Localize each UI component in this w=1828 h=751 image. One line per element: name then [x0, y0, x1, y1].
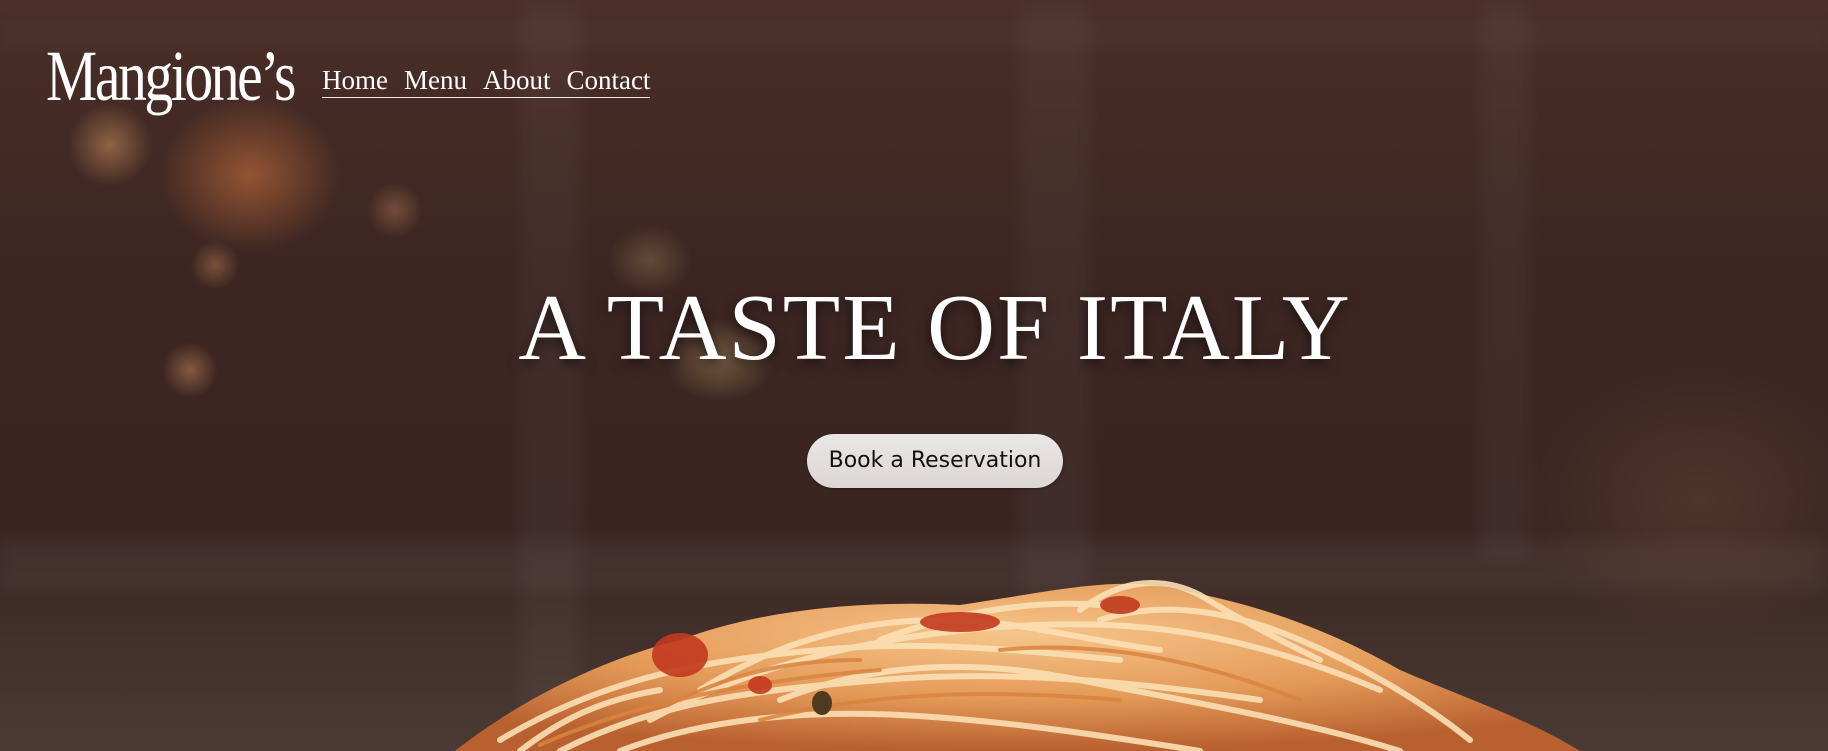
nav-about-link[interactable]: About — [483, 63, 551, 97]
nav-home-link[interactable]: Home — [322, 63, 388, 97]
main-nav: Home Menu About Contact — [321, 63, 651, 98]
hero-headline: A TASTE OF ITALY — [518, 276, 1352, 380]
site-header: Mangione’s Home Menu About Contact — [46, 36, 651, 116]
nav-menu-link[interactable]: Menu — [404, 63, 467, 97]
book-reservation-button[interactable]: Book a Reservation — [807, 434, 1063, 488]
hero-section: Mangione’s Home Menu About Contact A TAS… — [0, 0, 1828, 751]
nav-contact-link[interactable]: Contact — [566, 63, 650, 97]
brand-logo[interactable]: Mangione’s — [46, 36, 296, 116]
